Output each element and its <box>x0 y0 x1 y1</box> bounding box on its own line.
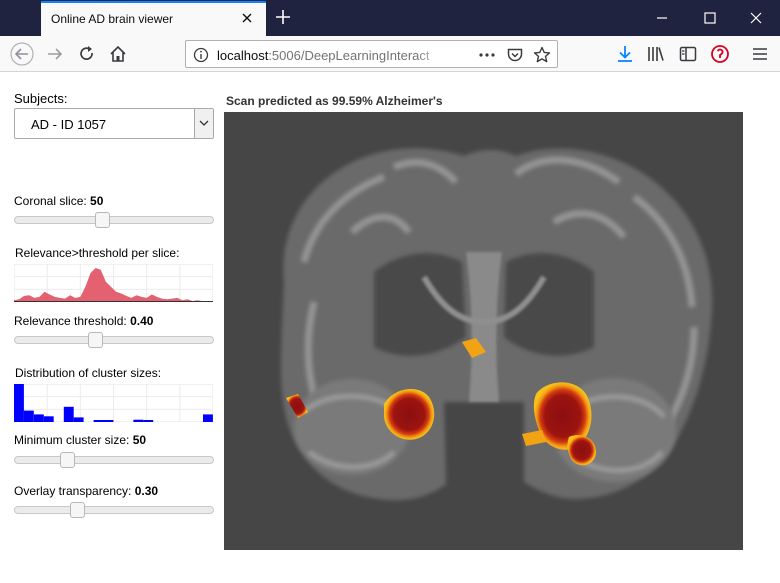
overlay-transparency-slider[interactable] <box>14 502 214 518</box>
library-icon[interactable] <box>646 44 666 64</box>
cluster-bar <box>33 414 44 422</box>
sidebar-icon[interactable] <box>678 44 698 64</box>
navigation-toolbar: localhost:5006/DeepLearningInteract <box>0 36 780 72</box>
relevance-chart-label: Relevance>threshold per slice: <box>15 246 180 260</box>
slider-track[interactable] <box>14 216 214 224</box>
new-tab-icon[interactable] <box>273 7 293 27</box>
subjects-select[interactable]: AD - ID 1057 <box>14 108 214 139</box>
reload-icon[interactable] <box>77 44 97 64</box>
maximize-icon[interactable] <box>700 8 720 28</box>
coronal-slice-label: Coronal slice: 50 <box>14 194 104 208</box>
slider-handle[interactable] <box>60 452 76 468</box>
slider-handle[interactable] <box>95 212 111 228</box>
brain-tissue <box>281 148 713 501</box>
slider-track[interactable] <box>14 336 214 344</box>
overlay-transparency-value: 0.30 <box>134 484 159 498</box>
download-icon[interactable] <box>615 44 635 64</box>
minimize-icon[interactable] <box>652 8 672 28</box>
relevance-threshold-value: 0.40 <box>130 314 154 328</box>
slider-track[interactable] <box>14 456 214 464</box>
prediction-title: Scan predicted as 99.59% Alzheimer's <box>226 94 443 108</box>
info-icon[interactable] <box>193 47 209 63</box>
close-tab-icon[interactable] <box>239 10 255 26</box>
relevance-per-slice-chart <box>14 264 213 302</box>
close-window-icon[interactable] <box>746 8 766 28</box>
subjects-label: Subjects: <box>14 91 68 106</box>
cluster-chart-label: Distribution of cluster sizes: <box>15 366 162 380</box>
cluster-bar <box>73 417 84 422</box>
min-cluster-size-label: Minimum cluster size: 50 <box>14 433 147 447</box>
tab-title: Online AD brain viewer <box>51 12 174 26</box>
pocket-icon[interactable] <box>506 46 524 64</box>
browser-titlebar: Online AD brain viewer <box>0 0 780 36</box>
min-cluster-size-value: 50 <box>132 433 147 447</box>
cluster-size-distribution-chart <box>14 384 213 422</box>
coronal-slice-slider[interactable] <box>14 212 214 228</box>
browser-tab[interactable]: Online AD brain viewer <box>41 1 266 36</box>
cluster-bar <box>133 419 144 422</box>
menu-icon[interactable] <box>750 44 770 64</box>
relevance-threshold-slider[interactable] <box>14 332 214 348</box>
back-icon[interactable] <box>9 42 35 66</box>
cluster-bar <box>93 420 104 422</box>
subjects-selected-value: AD - ID 1057 <box>31 117 107 132</box>
url-text: localhost:5006/DeepLearningInteract <box>217 48 442 63</box>
brain-slice-view[interactable] <box>224 112 743 550</box>
bookmark-star-icon[interactable] <box>533 46 551 64</box>
cluster-bar <box>143 420 154 422</box>
cluster-bar <box>203 414 213 422</box>
subjects-dropdown-button[interactable] <box>194 109 213 138</box>
overlay-transparency-label: Overlay transparency: 0.30 <box>14 484 159 498</box>
url-path: :5006/DeepLearningInteract <box>268 48 430 63</box>
brain-mri-image <box>281 148 713 501</box>
relevance-threshold-label: Relevance threshold: 0.40 <box>14 314 154 328</box>
page-content: Subjects: AD - ID 1057 Coronal slice: 50… <box>0 73 780 583</box>
page-actions-icon[interactable] <box>478 47 496 63</box>
cluster-bar <box>63 406 74 422</box>
cluster-bar <box>103 420 114 422</box>
cluster-bar <box>43 416 54 422</box>
slider-track[interactable] <box>14 506 214 514</box>
url-bar[interactable]: localhost:5006/DeepLearningInteract <box>185 40 558 68</box>
slider-handle[interactable] <box>69 502 85 518</box>
slider-handle[interactable] <box>88 332 103 348</box>
forward-icon[interactable] <box>45 44 65 64</box>
url-host: localhost <box>217 48 269 63</box>
extension-icon[interactable] <box>710 44 730 64</box>
coronal-slice-value: 50 <box>90 194 104 208</box>
min-cluster-size-slider[interactable] <box>14 452 214 468</box>
home-icon[interactable] <box>108 44 128 64</box>
chevron-down-icon <box>199 120 209 126</box>
cluster-bar <box>14 384 24 422</box>
cluster-bar <box>23 410 34 422</box>
